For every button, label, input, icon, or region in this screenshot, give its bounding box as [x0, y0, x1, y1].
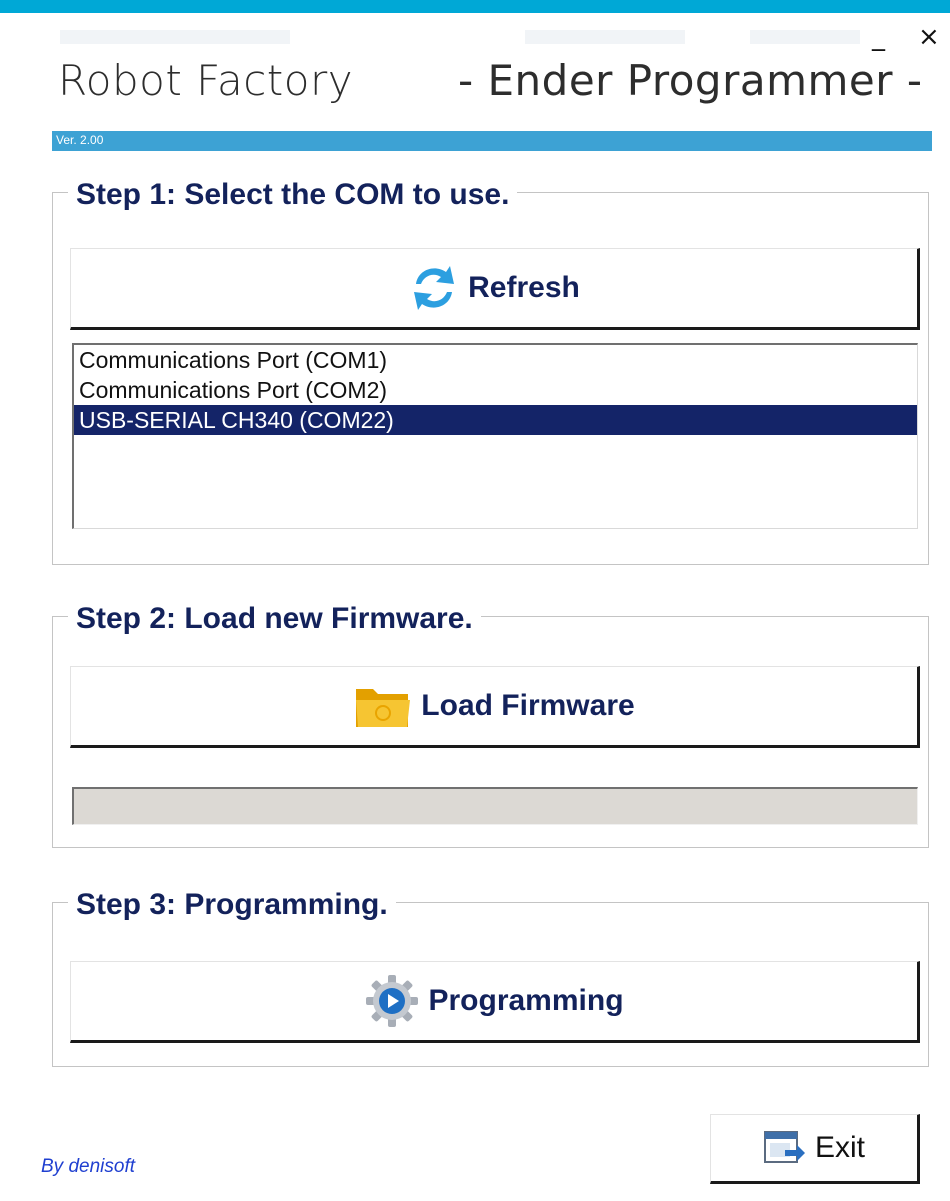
step2-legend: Step 2: Load new Firmware. [68, 602, 481, 636]
firmware-progress-bar [72, 787, 918, 825]
close-button[interactable]: × [918, 22, 940, 52]
exit-label: Exit [814, 1131, 865, 1164]
background-ghost [60, 30, 290, 44]
background-ghost [750, 30, 860, 44]
step3-legend: Step 3: Programming. [68, 888, 396, 922]
refresh-label: Refresh [468, 271, 580, 304]
refresh-button[interactable]: Refresh [70, 248, 920, 330]
folder-icon [353, 681, 413, 731]
credit-label: By denisoft [41, 1156, 135, 1177]
app-subtitle: - Ender Programmer - [458, 56, 923, 105]
step1-legend: Step 1: Select the COM to use. [68, 178, 518, 212]
exit-icon [763, 1128, 807, 1168]
list-item[interactable]: Communications Port (COM2) [74, 375, 917, 405]
version-bar: Ver. 2.00 [52, 131, 932, 151]
programming-label: Programming [428, 984, 624, 1017]
list-item[interactable]: Communications Port (COM1) [74, 345, 917, 375]
programming-button[interactable]: Programming [70, 961, 920, 1043]
minimize-button[interactable]: _ [872, 22, 885, 52]
list-item-selected[interactable]: USB-SERIAL CH340 (COM22) [74, 405, 917, 435]
app-title: Robot Factory [58, 56, 354, 105]
window-accent-bar [0, 0, 950, 13]
load-firmware-label: Load Firmware [421, 689, 635, 722]
com-port-list[interactable]: Communications Port (COM1) Communication… [72, 343, 918, 529]
refresh-icon [408, 258, 460, 318]
background-ghost [525, 30, 685, 44]
load-firmware-button[interactable]: Load Firmware [70, 666, 920, 748]
exit-button[interactable]: Exit [710, 1114, 920, 1184]
version-label: Ver. 2.00 [56, 133, 104, 147]
gear-play-icon [364, 973, 420, 1029]
